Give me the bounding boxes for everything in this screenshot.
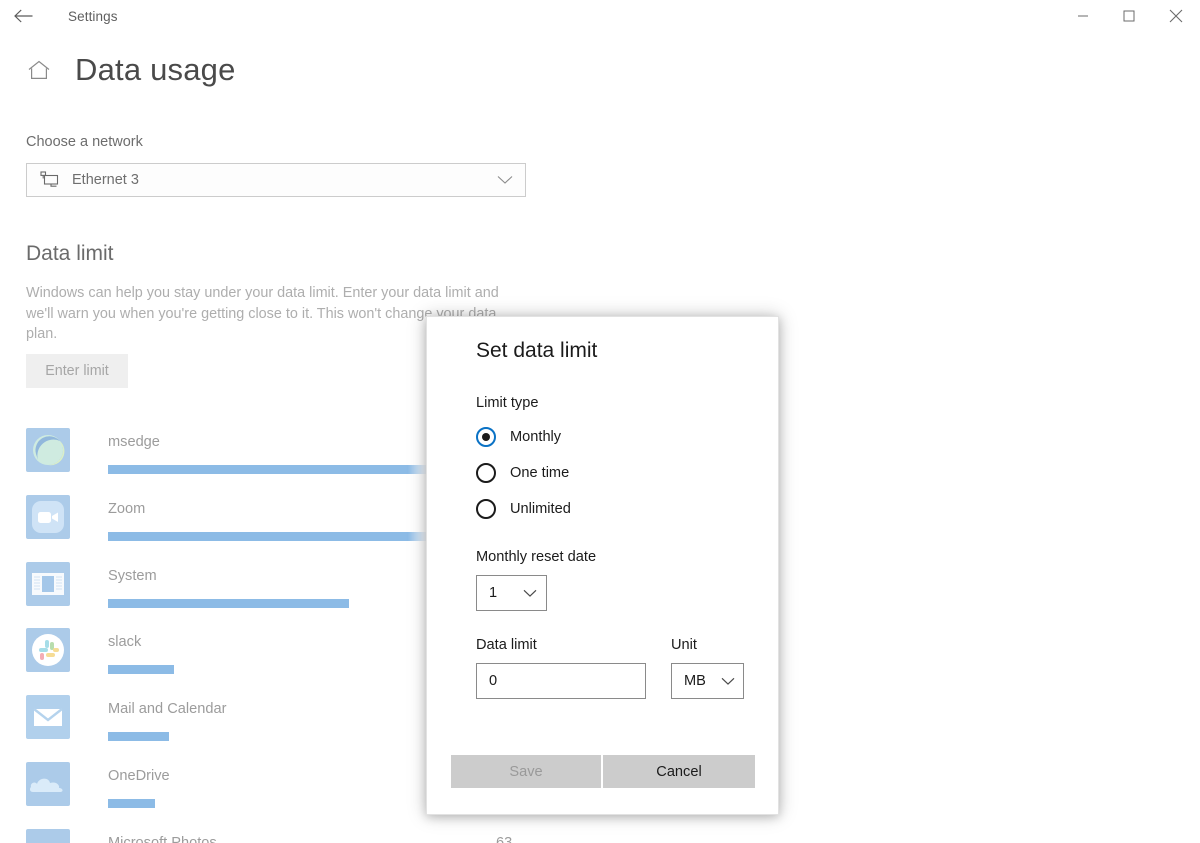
monthly-reset-date-select[interactable]: 1	[476, 575, 547, 611]
unit-select[interactable]: MB	[671, 663, 744, 699]
close-button[interactable]	[1152, 0, 1200, 32]
data-limit-heading: Data limit	[26, 242, 114, 265]
app-name: msedge	[108, 434, 160, 450]
network-selected-value: Ethernet 3	[72, 172, 139, 188]
data-limit-input[interactable]	[476, 663, 646, 699]
list-item[interactable]: msedge	[26, 424, 478, 491]
usage-bar	[108, 798, 155, 808]
data-limit-label: Data limit	[476, 637, 537, 653]
list-item[interactable]: Mail and Calendar	[26, 691, 466, 758]
onedrive-icon	[26, 761, 70, 806]
home-icon[interactable]	[26, 57, 52, 83]
dialog-actions: Save Cancel	[451, 755, 755, 788]
network-select[interactable]: Ethernet 3	[26, 163, 526, 197]
list-item[interactable]: OneDrive	[26, 758, 466, 825]
photos-icon	[26, 828, 70, 843]
radio-option-unlimited[interactable]: Unlimited	[476, 491, 766, 527]
dialog-title: Set data limit	[476, 339, 598, 362]
unit-label: Unit	[671, 637, 697, 653]
list-item[interactable]: System	[26, 558, 466, 625]
radio-indicator-unlimited[interactable]	[476, 499, 496, 519]
chevron-down-icon	[721, 677, 735, 686]
app-name: slack	[108, 634, 142, 651]
settings-window: Settings Data usage Choose a network Eth…	[0, 0, 1200, 843]
monthly-reset-date-value: 1	[489, 585, 498, 601]
edge-icon	[26, 428, 70, 472]
slack-icon	[26, 628, 70, 673]
enter-limit-button[interactable]: Enter limit	[26, 354, 128, 388]
data-limit-column: Data limit	[476, 637, 646, 699]
save-button[interactable]: Save	[451, 755, 601, 788]
usage-bar	[108, 465, 478, 474]
radio-indicator-one-time[interactable]	[476, 463, 496, 483]
window-title: Settings	[68, 8, 118, 24]
app-name: Microsoft Photos	[108, 834, 217, 843]
radio-option-one-time[interactable]: One time	[476, 455, 766, 491]
zoom-icon	[26, 494, 70, 539]
dialog-body: Limit type Monthly One time Unlimited Mo…	[476, 395, 766, 699]
app-usage-list: msedge Zoom System slack Mail and Calend…	[26, 424, 512, 843]
app-size: 63 MB	[496, 834, 513, 843]
radio-label-one-time: One time	[510, 465, 570, 481]
app-name: System	[108, 567, 157, 584]
mail-icon	[26, 695, 70, 740]
app-name: Mail and Calendar	[108, 701, 227, 718]
limit-type-label: Limit type	[476, 395, 539, 411]
back-arrow-icon	[13, 9, 33, 23]
usage-bar	[108, 665, 174, 675]
page-title: Data usage	[75, 52, 236, 87]
unit-value: MB	[684, 673, 706, 689]
usage-bar	[108, 531, 478, 541]
ethernet-icon	[40, 171, 60, 189]
app-name: Zoom	[108, 500, 146, 517]
app-name: OneDrive	[108, 767, 170, 784]
page-header: Data usage	[26, 52, 236, 88]
back-button[interactable]	[0, 0, 46, 32]
usage-bar	[108, 598, 349, 608]
radio-label-unlimited: Unlimited	[510, 501, 571, 517]
system-icon	[26, 561, 70, 606]
chevron-down-icon	[523, 589, 537, 598]
radio-option-monthly[interactable]: Monthly	[476, 419, 766, 455]
usage-bar	[108, 732, 169, 742]
minimize-button[interactable]	[1060, 0, 1106, 32]
monthly-reset-date-label: Monthly reset date	[476, 549, 597, 565]
chevron-down-icon	[497, 175, 513, 185]
window-controls	[1060, 0, 1200, 32]
data-limit-row: Data limit Unit MB	[476, 637, 766, 699]
list-item[interactable]: Microsoft Photos 63 MB	[26, 825, 512, 843]
unit-column: Unit MB	[671, 637, 744, 699]
choose-network-label: Choose a network	[26, 134, 143, 150]
list-item[interactable]: Zoom	[26, 491, 478, 558]
cancel-button[interactable]: Cancel	[603, 755, 755, 788]
list-item[interactable]: slack	[26, 624, 466, 691]
radio-indicator-monthly[interactable]	[476, 427, 496, 447]
title-bar: Settings	[0, 0, 1200, 32]
maximize-button[interactable]	[1106, 0, 1152, 32]
set-data-limit-dialog: Set data limit Limit type Monthly One ti…	[426, 316, 779, 815]
radio-label-monthly: Monthly	[510, 429, 562, 445]
